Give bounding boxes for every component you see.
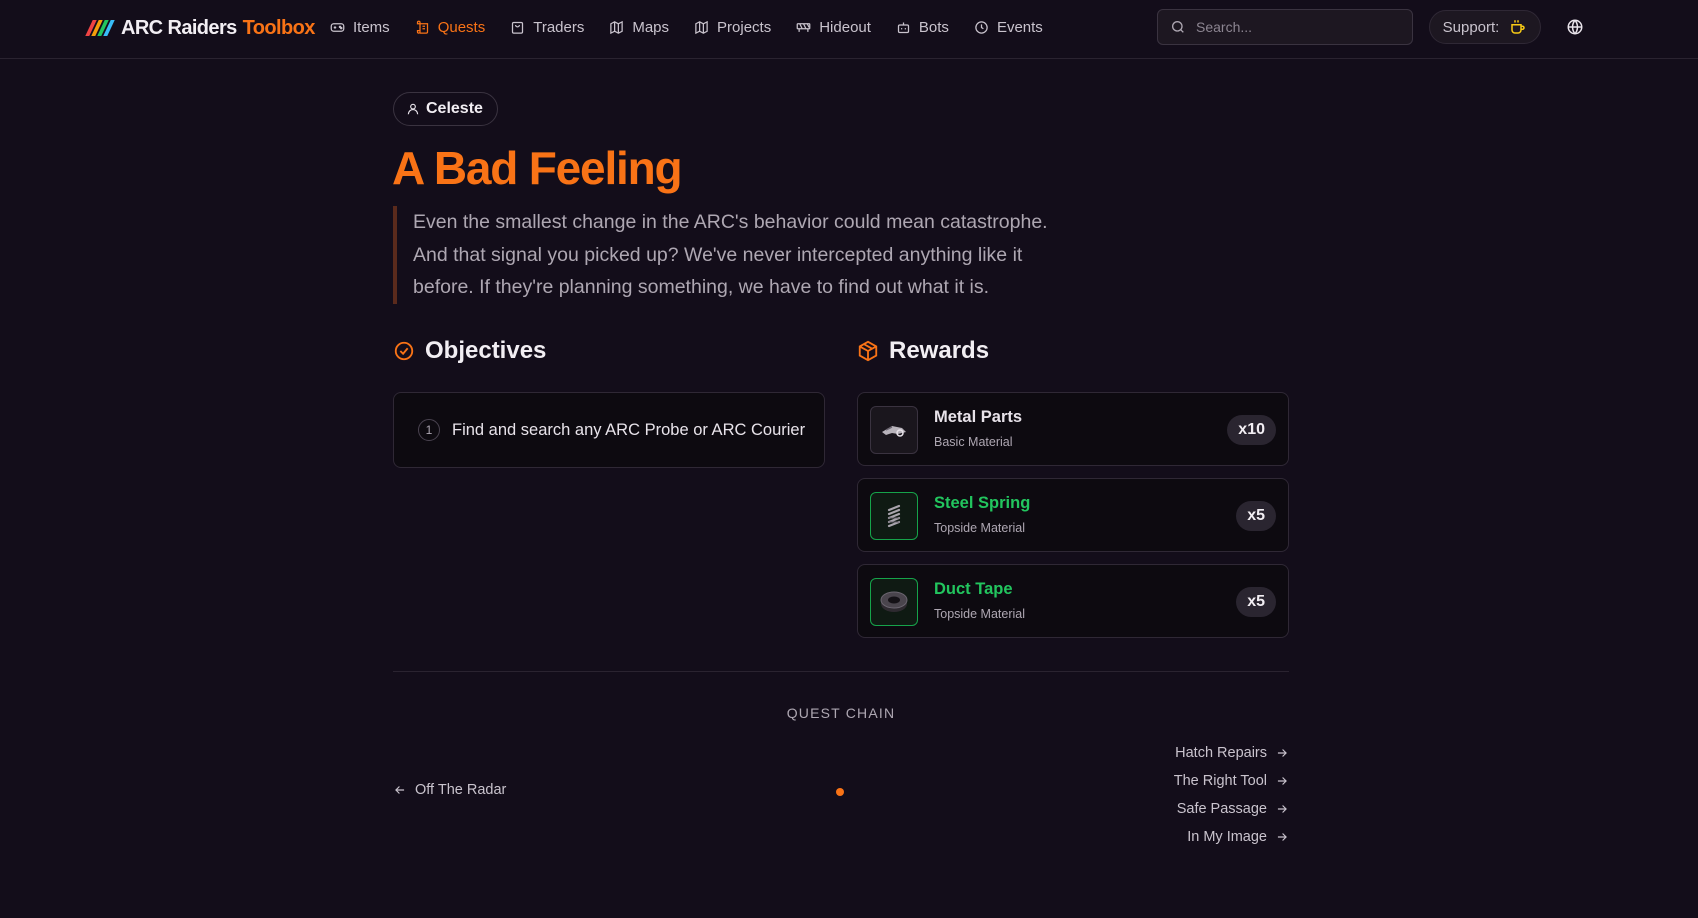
nav-item-bots[interactable]: Bots bbox=[896, 19, 949, 36]
search-input[interactable] bbox=[1196, 19, 1396, 35]
next-quests-list: Hatch Repairs The Right Tool Safe Passag… bbox=[1174, 739, 1289, 851]
nav-item-label: Projects bbox=[717, 18, 772, 36]
rewards-heading-label: Rewards bbox=[889, 337, 990, 364]
site-logo[interactable]: ARC Raiders Toolbox bbox=[85, 15, 316, 41]
logo-text-main: ARC Raiders bbox=[121, 16, 237, 39]
arrow-left-icon bbox=[395, 786, 405, 794]
nav-item-events[interactable]: Events bbox=[974, 19, 1043, 36]
search-box[interactable] bbox=[1157, 9, 1413, 45]
nav-item-hideout[interactable]: Hideout bbox=[796, 19, 871, 36]
duct-tape-image bbox=[870, 578, 918, 626]
logo-stripes-icon bbox=[85, 19, 115, 37]
arrow-right-icon bbox=[1277, 777, 1287, 785]
objectives-heading: Objectives bbox=[393, 337, 546, 365]
reward-item-duct-tape[interactable]: Duct Tape Topside Material x5 bbox=[857, 564, 1289, 638]
logo-text-accent: Toolbox bbox=[242, 16, 316, 39]
objective-number: 1 bbox=[418, 419, 440, 441]
bag-icon bbox=[512, 21, 524, 34]
search-icon bbox=[1172, 21, 1184, 33]
objective-item: 1 Find and search any ARC Probe or ARC C… bbox=[393, 392, 825, 468]
section-divider bbox=[393, 671, 1289, 672]
reward-name: Steel Spring bbox=[934, 494, 1031, 512]
nav-item-label: Bots bbox=[918, 18, 949, 36]
support-label: Support: bbox=[1442, 18, 1500, 36]
quest-chain-heading: QUEST CHAIN bbox=[786, 705, 896, 721]
next-quest-label: Safe Passage bbox=[1176, 801, 1267, 817]
next-quest-link[interactable]: Safe Passage bbox=[1174, 795, 1289, 823]
objectives-heading-label: Objectives bbox=[425, 337, 547, 364]
map-icon bbox=[610, 20, 624, 34]
nav-item-items[interactable]: Items bbox=[330, 19, 390, 36]
nav-links: Items Quests Traders Maps Projects Hideo… bbox=[330, 17, 1043, 37]
box-icon bbox=[858, 340, 878, 362]
coffee-icon bbox=[1511, 20, 1526, 34]
arrow-right-icon bbox=[1277, 805, 1287, 813]
globe-icon[interactable] bbox=[1566, 18, 1584, 36]
reward-name: Metal Parts bbox=[934, 408, 1023, 426]
nav-item-label: Maps bbox=[632, 18, 670, 36]
clock-icon bbox=[975, 20, 988, 34]
nav-item-traders[interactable]: Traders bbox=[510, 19, 584, 36]
page-title: A Bad Feeling bbox=[392, 142, 683, 194]
support-button[interactable]: Support: bbox=[1429, 10, 1541, 44]
metal-parts-image bbox=[870, 406, 918, 454]
next-quest-link[interactable]: In My Image bbox=[1174, 823, 1289, 851]
nav-item-label: Quests bbox=[437, 18, 486, 36]
gamepad-icon bbox=[330, 22, 345, 32]
reward-type: Topside Material bbox=[934, 607, 1026, 621]
quest-giver-name: Celeste bbox=[426, 100, 483, 117]
next-quest-label: Hatch Repairs bbox=[1175, 745, 1267, 761]
previous-quest-link[interactable]: Off The Radar bbox=[393, 782, 506, 798]
next-quest-link[interactable]: Hatch Repairs bbox=[1174, 739, 1289, 767]
nav-item-label: Events bbox=[996, 18, 1043, 36]
reward-quantity-badge: x10 bbox=[1227, 415, 1276, 445]
reward-item-steel-spring[interactable]: Steel Spring Topside Material x5 bbox=[857, 478, 1289, 552]
arrow-right-icon bbox=[1277, 833, 1287, 841]
previous-quest-label: Off The Radar bbox=[415, 782, 507, 798]
user-icon bbox=[407, 103, 419, 115]
nav-item-label: Items bbox=[353, 18, 390, 36]
reward-type: Topside Material bbox=[934, 521, 1026, 535]
reward-quantity-badge: x5 bbox=[1236, 501, 1276, 531]
nav-item-label: Hideout bbox=[819, 18, 871, 36]
objective-text: Find and search any ARC Probe or ARC Cou… bbox=[452, 420, 806, 439]
arrow-right-icon bbox=[1277, 749, 1287, 757]
rewards-heading: Rewards bbox=[857, 337, 989, 365]
scroll-icon bbox=[416, 20, 428, 34]
current-quest-marker bbox=[836, 788, 844, 796]
hideout-icon bbox=[796, 22, 811, 32]
quest-giver-badge[interactable]: Celeste bbox=[393, 92, 498, 126]
bot-icon bbox=[897, 22, 910, 33]
reward-quantity-badge: x5 bbox=[1236, 587, 1276, 617]
next-quest-label: The Right Tool bbox=[1173, 773, 1267, 789]
quest-description: Even the smallest change in the ARC's be… bbox=[393, 206, 1073, 304]
reward-type: Basic Material bbox=[934, 435, 1013, 449]
next-quest-link[interactable]: The Right Tool bbox=[1174, 767, 1289, 795]
reward-name: Duct Tape bbox=[934, 580, 1013, 598]
nav-item-quests[interactable]: Quests bbox=[415, 18, 486, 36]
map-icon bbox=[695, 20, 708, 34]
reward-item-metal-parts[interactable]: Metal Parts Basic Material x10 bbox=[857, 392, 1289, 466]
nav-item-label: Traders bbox=[533, 18, 585, 36]
top-navbar: ARC Raiders Toolbox Items Quests Traders… bbox=[0, 0, 1698, 59]
steel-spring-image bbox=[870, 492, 918, 540]
nav-item-projects[interactable]: Projects bbox=[694, 19, 771, 36]
check-circle-icon bbox=[394, 341, 414, 361]
next-quest-label: In My Image bbox=[1187, 829, 1267, 845]
nav-item-maps[interactable]: Maps bbox=[609, 19, 669, 36]
